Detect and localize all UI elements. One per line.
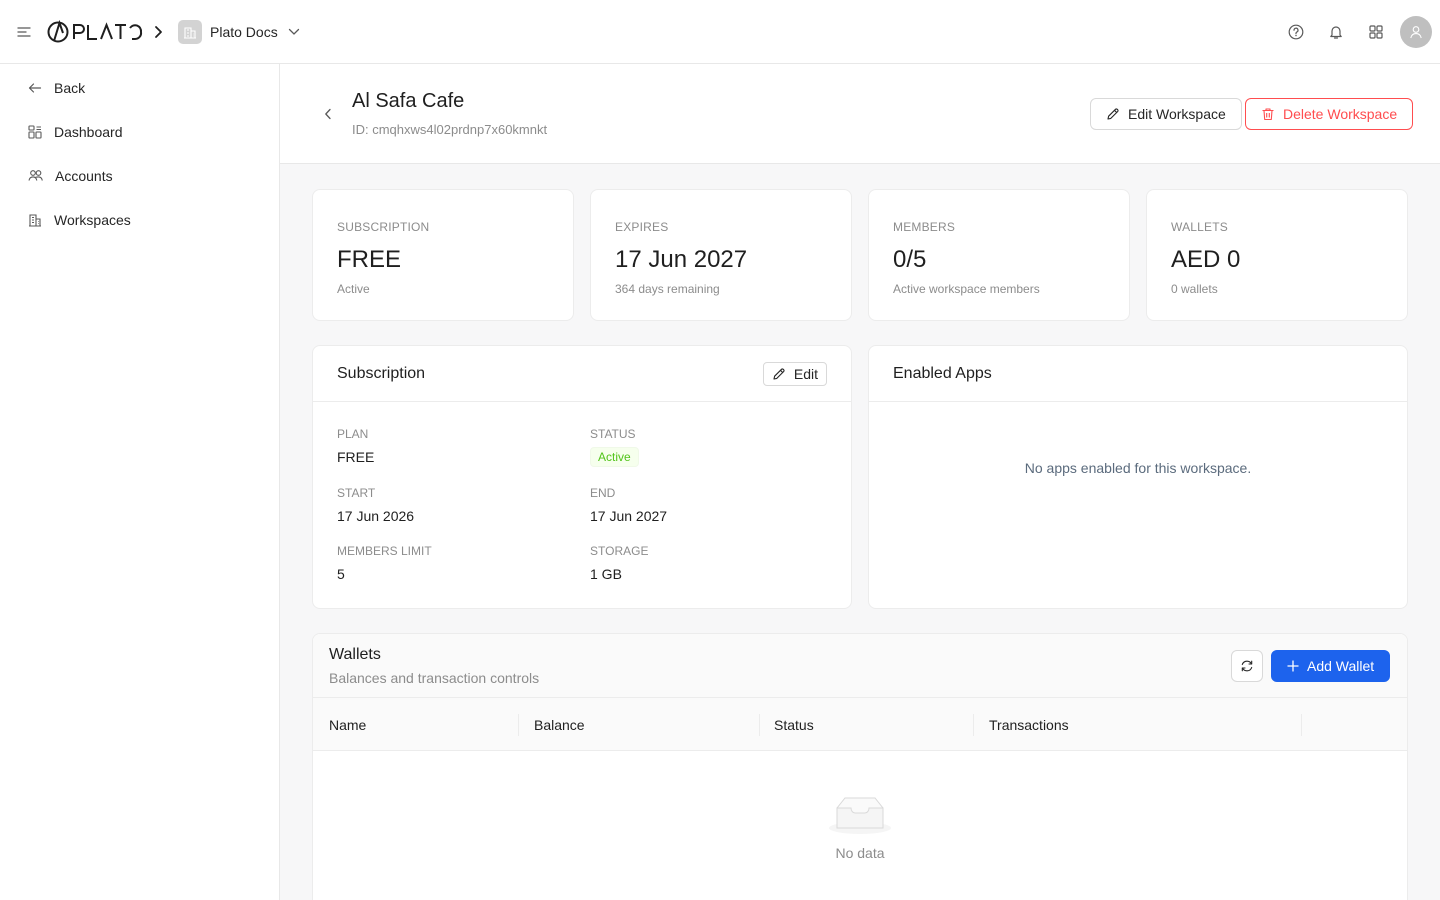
sidebar-item-dashboard[interactable]: Dashboard xyxy=(16,114,264,150)
stat-card-wallets: WALLETS AED 0 0 wallets xyxy=(1146,189,1408,321)
stat-value: FREE xyxy=(337,246,402,273)
wallets-subtitle: Balances and transaction controls xyxy=(329,670,540,686)
stat-label: MEMBERS xyxy=(893,220,956,234)
stat-sub: Active workspace members xyxy=(893,282,1040,296)
end-value: 17 Jun 2027 xyxy=(590,508,668,524)
column-divider xyxy=(518,714,519,736)
help-icon[interactable] xyxy=(1280,16,1312,48)
subscription-card: Subscription Edit PLAN FREE STATUS Activ… xyxy=(312,345,852,609)
column-header-name[interactable]: Name xyxy=(329,698,366,752)
edit-workspace-label: Edit Workspace xyxy=(1128,106,1226,122)
stat-value: 0/5 xyxy=(893,246,927,273)
card-header: Enabled Apps xyxy=(869,346,1407,402)
stat-label: EXPIRES xyxy=(615,220,669,234)
empty-apps-message: No apps enabled for this workspace. xyxy=(1024,460,1252,476)
chevron-down-icon xyxy=(288,28,300,36)
sidebar-item-back[interactable]: Back xyxy=(16,70,264,106)
workspace-id: ID: cmqhxws4l02prdnp7x60kmnkt xyxy=(352,122,548,137)
edit-label: Edit xyxy=(793,366,818,382)
sidebar-item-label: Back xyxy=(54,80,86,96)
storage-label: STORAGE xyxy=(590,544,649,558)
chevron-left-icon[interactable] xyxy=(318,104,338,124)
user-icon xyxy=(1410,26,1422,39)
sidebar-item-accounts[interactable]: Accounts xyxy=(16,158,264,194)
column-divider xyxy=(973,714,974,736)
enabled-apps-card: Enabled Apps No apps enabled for this wo… xyxy=(868,345,1408,609)
add-wallet-button[interactable]: Add Wallet xyxy=(1271,650,1391,682)
stat-value: 17 Jun 2027 xyxy=(615,246,748,273)
trash-icon xyxy=(1261,107,1275,121)
end-label: END xyxy=(590,486,616,500)
empty-inbox-icon xyxy=(828,794,892,835)
sidebar-item-workspaces[interactable]: Workspaces xyxy=(16,202,264,238)
users-icon xyxy=(28,169,43,183)
storage-value: 1 GB xyxy=(590,566,622,582)
wallets-title: Wallets xyxy=(329,646,381,663)
top-bar: Plato Docs xyxy=(0,0,1440,64)
pencil-icon xyxy=(772,367,786,381)
refresh-icon xyxy=(1240,659,1254,673)
wallets-section: Wallets Balances and transaction control… xyxy=(312,633,1408,900)
start-value: 17 Jun 2026 xyxy=(337,508,415,524)
page-title: Al Safa Cafe xyxy=(352,90,465,112)
user-avatar[interactable] xyxy=(1400,16,1432,48)
stat-sub: 0 wallets xyxy=(1171,282,1218,296)
page-header: Al Safa Cafe ID: cmqhxws4l02prdnp7x60kmn… xyxy=(280,64,1440,164)
stat-value: AED 0 xyxy=(1171,246,1241,273)
stat-card-subscription: SUBSCRIPTION FREE Active xyxy=(312,189,574,321)
edit-subscription-button[interactable]: Edit xyxy=(762,362,827,386)
stat-card-members: MEMBERS 0/5 Active workspace members xyxy=(868,189,1130,321)
empty-text: No data xyxy=(835,845,885,861)
refresh-button[interactable] xyxy=(1231,650,1263,682)
members-limit-value: 5 xyxy=(337,566,345,582)
plan-value: FREE xyxy=(337,449,375,465)
wallets-table-header: Name Balance Status Transactions xyxy=(313,697,1407,751)
add-wallet-label: Add Wallet xyxy=(1307,658,1375,674)
delete-workspace-button[interactable]: Delete Workspace xyxy=(1245,98,1414,130)
chevron-right-icon xyxy=(150,22,166,42)
column-header-balance[interactable]: Balance xyxy=(534,698,585,752)
sidebar-item-label: Dashboard xyxy=(54,124,123,140)
start-label: START xyxy=(337,486,376,500)
card-title: Subscription xyxy=(337,365,426,382)
status-badge: Active xyxy=(590,447,639,467)
column-header-transactions[interactable]: Transactions xyxy=(989,698,1069,752)
sidebar: Back Dashboard Accounts Workspaces xyxy=(0,64,280,900)
stat-sub: Active xyxy=(337,282,370,296)
wallets-header: Wallets Balances and transaction control… xyxy=(313,634,1407,697)
column-divider xyxy=(759,714,760,736)
edit-workspace-button[interactable]: Edit Workspace xyxy=(1090,98,1242,130)
building-icon xyxy=(28,213,42,227)
apps-grid-icon[interactable] xyxy=(1360,16,1392,48)
members-limit-label: MEMBERS LIMIT xyxy=(337,544,432,558)
pencil-icon xyxy=(1106,107,1120,121)
card-header: Subscription Edit xyxy=(313,346,851,402)
arrow-left-icon xyxy=(28,81,42,95)
plato-logo[interactable] xyxy=(46,20,144,44)
status-label: STATUS xyxy=(590,427,636,441)
sidebar-item-label: Workspaces xyxy=(54,212,131,228)
sidebar-item-label: Accounts xyxy=(55,168,113,184)
column-header-status[interactable]: Status xyxy=(774,698,814,752)
column-divider xyxy=(1301,714,1302,736)
menu-icon[interactable] xyxy=(16,24,32,40)
stat-card-expires: EXPIRES 17 Jun 2027 364 days remaining xyxy=(590,189,852,321)
plus-icon xyxy=(1287,660,1299,672)
bell-icon[interactable] xyxy=(1320,16,1352,48)
empty-state: No data xyxy=(313,794,1407,861)
plan-label: PLAN xyxy=(337,427,369,441)
stat-sub: 364 days remaining xyxy=(615,282,720,296)
top-actions xyxy=(1280,16,1432,48)
org-switcher[interactable]: Plato Docs xyxy=(178,19,300,45)
stat-label: SUBSCRIPTION xyxy=(337,220,430,234)
stat-label: WALLETS xyxy=(1171,220,1228,234)
dashboard-icon xyxy=(28,125,42,139)
delete-workspace-label: Delete Workspace xyxy=(1283,106,1398,122)
card-title: Enabled Apps xyxy=(893,365,992,382)
org-name: Plato Docs xyxy=(210,24,278,40)
building-icon xyxy=(178,20,202,44)
